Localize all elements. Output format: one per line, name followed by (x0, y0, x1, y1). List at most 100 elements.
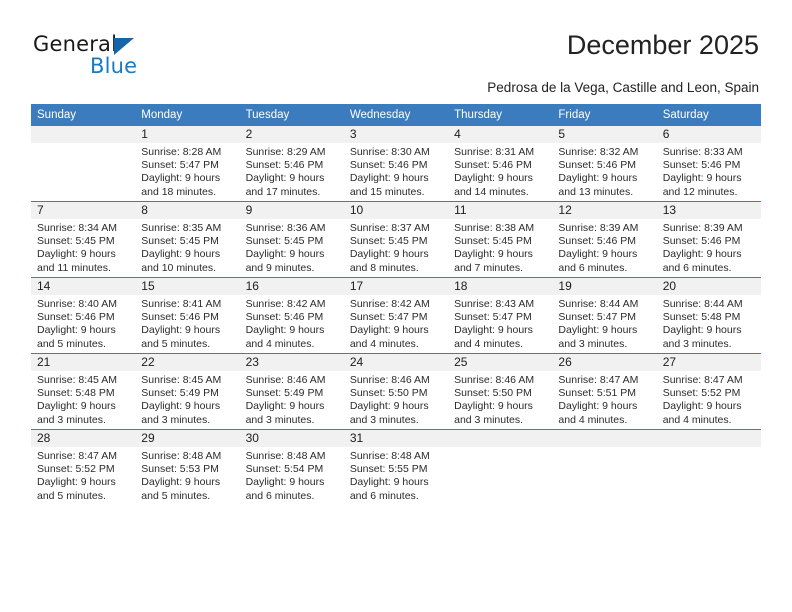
sunset-text: Sunset: 5:46 PM (245, 311, 324, 324)
daylight-text-line1: Daylight: 9 hours (558, 248, 638, 261)
sunrise-text: Sunrise: 8:36 AM (245, 222, 326, 234)
calendar-day-cell[interactable]: 6 Sunrise: 8:33 AM Sunset: 5:46 PM Daylight… (656, 126, 761, 202)
sunrise-text: Sunrise: 8:30 AM (349, 146, 430, 158)
daylight-text-line2: and 9 minutes. (245, 261, 315, 274)
calendar-day-cell[interactable]: 13 Sunrise: 8:39 AM Sunset: 5:46 PM Dayligh… (656, 201, 761, 278)
day-number: 20 (656, 278, 761, 295)
calendar-day-cell[interactable]: 21 Sunrise: 8:45 AM Sunset: 5:48 PM Dayligh… (31, 353, 136, 430)
day-details: Sunrise: 8:45 AM Sunset: 5:49 PM Daylight:… (135, 371, 239, 427)
calendar-day-cell[interactable]: 24 Sunrise: 8:46 AM Sunset: 5:50 PM Dayligh… (343, 353, 449, 430)
calendar-week-row: 7 Sunrise: 8:34 AM Sunset: 5:45 PM Daylight… (31, 201, 761, 278)
calendar-day-cell[interactable]: 31 Sunrise: 8:48 AM Sunset: 5:55 PM Dayligh… (343, 429, 449, 505)
calendar-day-cell[interactable]: 15 Sunrise: 8:41 AM Sunset: 5:46 PM Dayligh… (135, 277, 240, 354)
daylight-text-line2: and 3 minutes. (454, 413, 524, 426)
daylight-text-line1: Daylight: 9 hours (245, 172, 325, 185)
calendar-day-cell[interactable]: 16 Sunrise: 8:42 AM Sunset: 5:46 PM Dayligh… (239, 277, 344, 354)
daylight-text-line1: Daylight: 9 hours (662, 248, 742, 261)
calendar-day-cell[interactable]: 8 Sunrise: 8:35 AM Sunset: 5:45 PM Daylight… (135, 201, 240, 278)
calendar-day-cell[interactable]: 11 Sunrise: 8:38 AM Sunset: 5:45 PM Dayligh… (448, 201, 553, 278)
daylight-text-line1: Daylight: 9 hours (245, 324, 325, 337)
daylight-text-line2: and 4 minutes. (349, 337, 419, 350)
sunrise-text: Sunrise: 8:33 AM (662, 146, 743, 158)
sunrise-text: Sunrise: 8:37 AM (349, 222, 430, 234)
day-details: Sunrise: 8:47 AM Sunset: 5:52 PM Daylight:… (657, 371, 761, 427)
day-details: Sunrise: 8:37 AM Sunset: 5:45 PM Daylight:… (344, 219, 448, 275)
sunrise-text: Sunrise: 8:46 AM (349, 374, 430, 386)
calendar-day-cell-empty (448, 429, 553, 505)
sunrise-text: Sunrise: 8:45 AM (141, 374, 222, 386)
sunrise-text: Sunrise: 8:41 AM (141, 298, 222, 310)
page-subtitle: Pedrosa de la Vega, Castille and Leon, S… (487, 80, 759, 95)
calendar-day-cell[interactable]: 17 Sunrise: 8:42 AM Sunset: 5:47 PM Dayligh… (343, 277, 449, 354)
daylight-text-line2: and 3 minutes. (245, 413, 315, 426)
generalblue-logo[interactable]: General Blue (33, 32, 233, 84)
daylight-text-line1: Daylight: 9 hours (558, 324, 638, 337)
daylight-text-line2: and 11 minutes. (37, 261, 111, 274)
sunrise-text: Sunrise: 8:45 AM (37, 374, 117, 386)
calendar-day-cell[interactable]: 9 Sunrise: 8:36 AM Sunset: 5:45 PM Daylight… (239, 201, 344, 278)
sunset-text: Sunset: 5:48 PM (662, 311, 741, 324)
sunrise-text: Sunrise: 8:28 AM (141, 146, 222, 158)
daylight-text-line1: Daylight: 9 hours (141, 324, 221, 337)
calendar-day-cell[interactable]: 22 Sunrise: 8:45 AM Sunset: 5:49 PM Dayligh… (135, 353, 240, 430)
calendar-day-cell[interactable]: 12 Sunrise: 8:39 AM Sunset: 5:46 PM Dayligh… (552, 201, 657, 278)
day-details: Sunrise: 8:48 AM Sunset: 5:55 PM Daylight:… (344, 447, 448, 503)
daylight-text-line1: Daylight: 9 hours (349, 172, 429, 185)
weekday-header-saturday: Saturday (656, 104, 761, 126)
calendar-body: 1 Sunrise: 8:28 AM Sunset: 5:47 PM Daylight… (31, 126, 761, 505)
calendar-day-cell[interactable]: 2 Sunrise: 8:29 AM Sunset: 5:46 PM Daylight… (239, 126, 344, 202)
daylight-text-line1: Daylight: 9 hours (37, 400, 116, 413)
daylight-text-line2: and 6 minutes. (245, 489, 315, 502)
day-number: 3 (343, 126, 449, 143)
day-details: Sunrise: 8:47 AM Sunset: 5:52 PM Daylight:… (31, 447, 135, 503)
sunset-text: Sunset: 5:45 PM (245, 235, 324, 248)
calendar-week-row: 21 Sunrise: 8:45 AM Sunset: 5:48 PM Dayligh… (31, 353, 761, 430)
calendar-day-cell[interactable]: 25 Sunrise: 8:46 AM Sunset: 5:50 PM Dayligh… (448, 353, 553, 430)
calendar-day-cell[interactable]: 14 Sunrise: 8:40 AM Sunset: 5:46 PM Dayligh… (31, 277, 136, 354)
day-number: 31 (343, 430, 449, 447)
calendar-day-cell[interactable]: 4 Sunrise: 8:31 AM Sunset: 5:46 PM Daylight… (448, 126, 553, 202)
sunrise-text: Sunrise: 8:35 AM (141, 222, 222, 234)
day-number: 29 (135, 430, 240, 447)
daylight-text-line1: Daylight: 9 hours (37, 476, 116, 489)
sunset-text: Sunset: 5:49 PM (245, 387, 324, 400)
weekday-header-wednesday: Wednesday (343, 104, 449, 126)
daylight-text-line1: Daylight: 9 hours (454, 172, 533, 185)
daylight-text-line1: Daylight: 9 hours (558, 400, 638, 413)
calendar-day-cell[interactable]: 19 Sunrise: 8:44 AM Sunset: 5:47 PM Dayligh… (552, 277, 657, 354)
sunrise-text: Sunrise: 8:48 AM (245, 450, 326, 462)
day-details: Sunrise: 8:38 AM Sunset: 5:45 PM Daylight:… (448, 219, 552, 275)
calendar-day-cell[interactable]: 18 Sunrise: 8:43 AM Sunset: 5:47 PM Dayligh… (448, 277, 553, 354)
calendar-day-cell[interactable]: 1 Sunrise: 8:28 AM Sunset: 5:47 PM Daylight… (135, 126, 240, 202)
calendar-day-cell[interactable]: 5 Sunrise: 8:32 AM Sunset: 5:46 PM Daylight… (552, 126, 657, 202)
daylight-text-line1: Daylight: 9 hours (349, 476, 429, 489)
calendar-week-row: 1 Sunrise: 8:28 AM Sunset: 5:47 PM Daylight… (31, 126, 761, 202)
calendar-day-cell[interactable]: 20 Sunrise: 8:44 AM Sunset: 5:48 PM Dayligh… (656, 277, 761, 354)
sunset-text: Sunset: 5:47 PM (454, 311, 532, 324)
sunrise-text: Sunrise: 8:47 AM (662, 374, 743, 386)
calendar-day-cell[interactable]: 10 Sunrise: 8:37 AM Sunset: 5:45 PM Dayligh… (343, 201, 449, 278)
daylight-text-line1: Daylight: 9 hours (37, 248, 116, 261)
day-number: 23 (239, 354, 344, 371)
calendar-day-cell-empty (656, 429, 761, 505)
day-number (448, 430, 553, 447)
calendar-day-cell[interactable]: 28 Sunrise: 8:47 AM Sunset: 5:52 PM Dayligh… (31, 429, 136, 505)
day-details: Sunrise: 8:48 AM Sunset: 5:54 PM Daylight:… (240, 447, 344, 503)
daylight-text-line2: and 13 minutes. (558, 185, 634, 198)
sunset-text: Sunset: 5:52 PM (662, 387, 741, 400)
daylight-text-line2: and 12 minutes. (662, 185, 738, 198)
calendar-day-cell[interactable]: 30 Sunrise: 8:48 AM Sunset: 5:54 PM Dayligh… (239, 429, 344, 505)
day-details: Sunrise: 8:39 AM Sunset: 5:46 PM Daylight:… (657, 219, 761, 275)
day-details: Sunrise: 8:36 AM Sunset: 5:45 PM Daylight:… (240, 219, 344, 275)
calendar-day-cell[interactable]: 29 Sunrise: 8:48 AM Sunset: 5:53 PM Dayligh… (135, 429, 240, 505)
daylight-text-line2: and 3 minutes. (558, 337, 628, 350)
sunset-text: Sunset: 5:53 PM (141, 463, 219, 476)
calendar-day-cell[interactable]: 3 Sunrise: 8:30 AM Sunset: 5:46 PM Daylight… (343, 126, 449, 202)
calendar-day-cell[interactable]: 7 Sunrise: 8:34 AM Sunset: 5:45 PM Daylight… (31, 201, 136, 278)
calendar-day-cell[interactable]: 27 Sunrise: 8:47 AM Sunset: 5:52 PM Dayligh… (656, 353, 761, 430)
sunset-text: Sunset: 5:47 PM (558, 311, 637, 324)
calendar-day-cell[interactable]: 23 Sunrise: 8:46 AM Sunset: 5:49 PM Dayligh… (239, 353, 344, 430)
sunrise-text: Sunrise: 8:46 AM (245, 374, 326, 386)
day-details: Sunrise: 8:39 AM Sunset: 5:46 PM Daylight:… (552, 219, 656, 275)
calendar-day-cell[interactable]: 26 Sunrise: 8:47 AM Sunset: 5:51 PM Dayligh… (552, 353, 657, 430)
